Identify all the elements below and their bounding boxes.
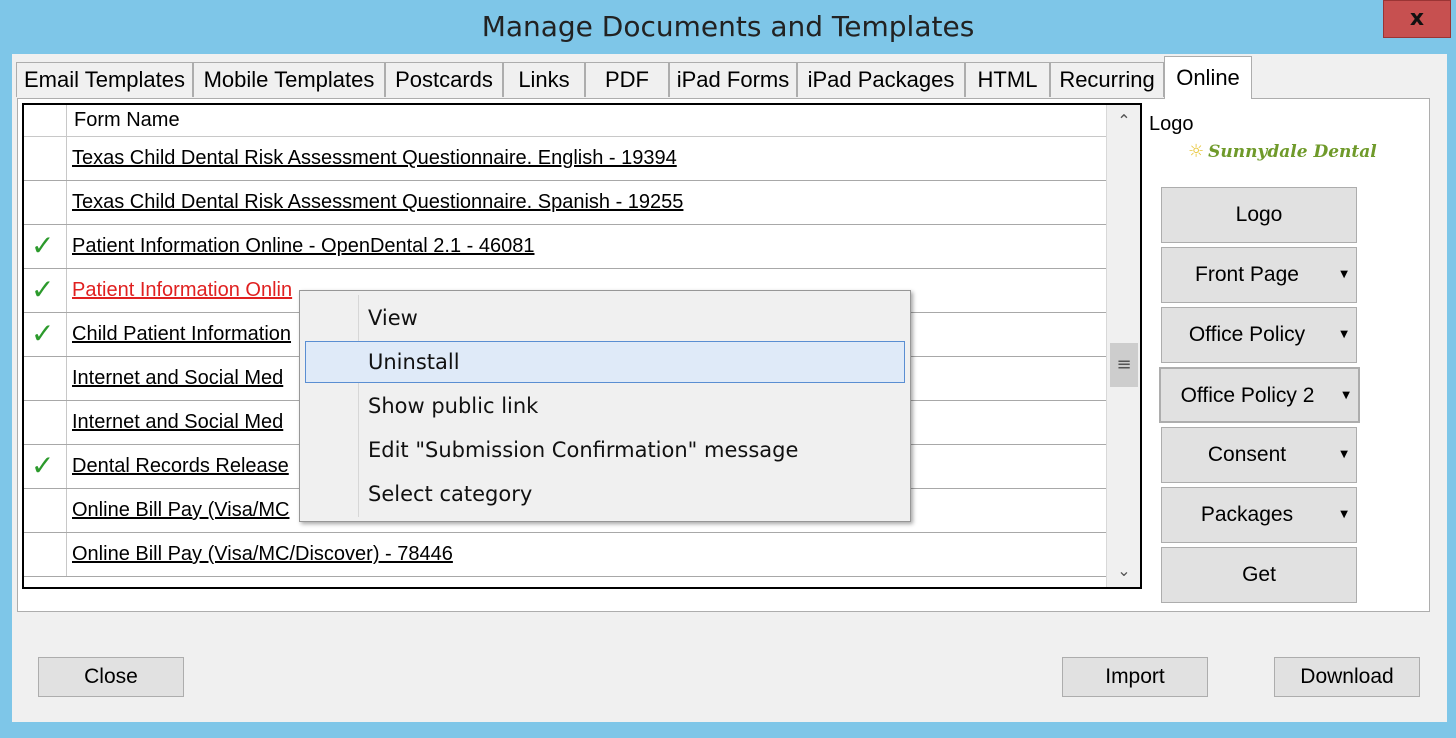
dropdown-arrow-icon: ▼ xyxy=(1340,509,1348,520)
logo-text: Sunnydale Dental xyxy=(1208,142,1377,162)
menu-item-view[interactable]: View xyxy=(305,297,905,339)
button-label: Office Policy xyxy=(1188,323,1306,346)
button-label: Front Page xyxy=(1195,263,1299,286)
context-menu: View Uninstall Show public link Edit "Su… xyxy=(299,290,911,522)
grid-vertical-scrollbar[interactable]: ⌃ ≡ ⌄ xyxy=(1106,105,1140,587)
form-name-link[interactable]: Texas Child Dental Risk Assessment Quest… xyxy=(72,137,677,180)
button-label: Office Policy 2 xyxy=(1180,384,1315,407)
button-label: Get xyxy=(1242,563,1276,586)
form-name-link[interactable]: Online Bill Pay (Visa/MC/Discover) - 784… xyxy=(72,533,453,576)
form-name-link[interactable]: Patient Information Online - OpenDental … xyxy=(72,225,535,268)
logo-label: Logo xyxy=(1149,113,1194,135)
office-policy-2-button[interactable]: Office Policy 2 ▼ xyxy=(1159,367,1360,423)
dropdown-arrow-icon: ▼ xyxy=(1340,269,1348,280)
sun-icon: ☼ xyxy=(1188,141,1205,162)
table-row[interactable]: Texas Child Dental Risk Assessment Quest… xyxy=(24,181,1106,225)
window-close-button[interactable]: x xyxy=(1383,0,1451,38)
button-label: Packages xyxy=(1200,503,1294,526)
check-cell xyxy=(24,401,67,444)
tab-links[interactable]: Links xyxy=(503,62,585,97)
download-button[interactable]: Download xyxy=(1274,657,1420,697)
table-row[interactable]: Texas Child Dental Risk Assessment Quest… xyxy=(24,137,1106,181)
form-name-link[interactable]: Internet and Social Med xyxy=(72,401,283,444)
checkmark-icon: ✓ xyxy=(31,449,55,482)
form-name-link[interactable]: Child Patient Information xyxy=(72,313,291,356)
checkmark-icon: ✓ xyxy=(31,229,55,262)
checkmark-icon: ✓ xyxy=(31,273,55,306)
grid-header: Form Name xyxy=(24,105,1106,137)
window-title: Manage Documents and Templates xyxy=(481,10,975,43)
check-cell xyxy=(24,533,67,576)
table-row[interactable]: Online Bill Pay (Visa/MC/Discover) - 784… xyxy=(24,533,1106,577)
dropdown-arrow-icon: ▼ xyxy=(1340,329,1348,340)
office-policy-button[interactable]: Office Policy ▼ xyxy=(1161,307,1357,363)
menu-item-show-public-link[interactable]: Show public link xyxy=(305,385,905,427)
dropdown-arrow-icon: ▼ xyxy=(1342,390,1350,401)
table-row[interactable]: ✓ Patient Information Online - OpenDenta… xyxy=(24,225,1106,269)
checkmark-icon: ✓ xyxy=(31,317,55,350)
dropdown-arrow-icon: ▼ xyxy=(1340,449,1348,460)
menu-item-edit-submission-confirmation[interactable]: Edit "Submission Confirmation" message xyxy=(305,429,905,471)
consent-button[interactable]: Consent ▼ xyxy=(1161,427,1357,483)
check-cell: ✓ xyxy=(24,225,67,268)
button-label: Logo xyxy=(1235,203,1283,226)
button-label: Consent xyxy=(1207,443,1287,466)
check-cell: ✓ xyxy=(24,445,67,488)
tab-ipad-packages[interactable]: iPad Packages xyxy=(797,62,965,97)
scroll-down-icon[interactable]: ⌄ xyxy=(1107,557,1140,585)
check-cell xyxy=(24,489,67,532)
tab-postcards[interactable]: Postcards xyxy=(385,62,503,97)
front-page-button[interactable]: Front Page ▼ xyxy=(1161,247,1357,303)
scroll-thumb[interactable]: ≡ xyxy=(1110,343,1138,387)
tab-email-templates[interactable]: Email Templates xyxy=(16,62,193,97)
form-name-link[interactable]: Texas Child Dental Risk Assessment Quest… xyxy=(72,181,683,224)
check-cell: ✓ xyxy=(24,269,67,312)
check-cell xyxy=(24,357,67,400)
close-button[interactable]: Close xyxy=(38,657,184,697)
import-button[interactable]: Import xyxy=(1062,657,1208,697)
form-name-link[interactable]: Internet and Social Med xyxy=(72,357,283,400)
tab-online[interactable]: Online xyxy=(1164,56,1252,99)
check-cell: ✓ xyxy=(24,313,67,356)
check-cell xyxy=(24,137,67,180)
logo-button[interactable]: Logo xyxy=(1161,187,1357,243)
form-name-link[interactable]: Patient Information Onlin xyxy=(72,269,292,312)
form-name-link[interactable]: Online Bill Pay (Visa/MC xyxy=(72,489,289,532)
tab-recurring[interactable]: Recurring xyxy=(1050,62,1164,97)
tab-ipad-forms[interactable]: iPad Forms xyxy=(669,62,797,97)
packages-button[interactable]: Packages ▼ xyxy=(1161,487,1357,543)
menu-item-select-category[interactable]: Select category xyxy=(305,473,905,515)
form-name-link[interactable]: Dental Records Release xyxy=(72,445,289,488)
tab-mobile-templates[interactable]: Mobile Templates xyxy=(193,62,385,97)
form-name-header[interactable]: Form Name xyxy=(74,105,180,136)
get-button[interactable]: Get xyxy=(1161,547,1357,603)
menu-item-uninstall[interactable]: Uninstall xyxy=(305,341,905,383)
tab-pdf[interactable]: PDF xyxy=(585,62,669,97)
tab-html[interactable]: HTML xyxy=(965,62,1050,97)
check-cell xyxy=(24,181,67,224)
header-check-column xyxy=(24,105,67,136)
practice-logo: ☼ Sunnydale Dental xyxy=(1188,141,1377,162)
scroll-up-icon[interactable]: ⌃ xyxy=(1107,107,1140,135)
